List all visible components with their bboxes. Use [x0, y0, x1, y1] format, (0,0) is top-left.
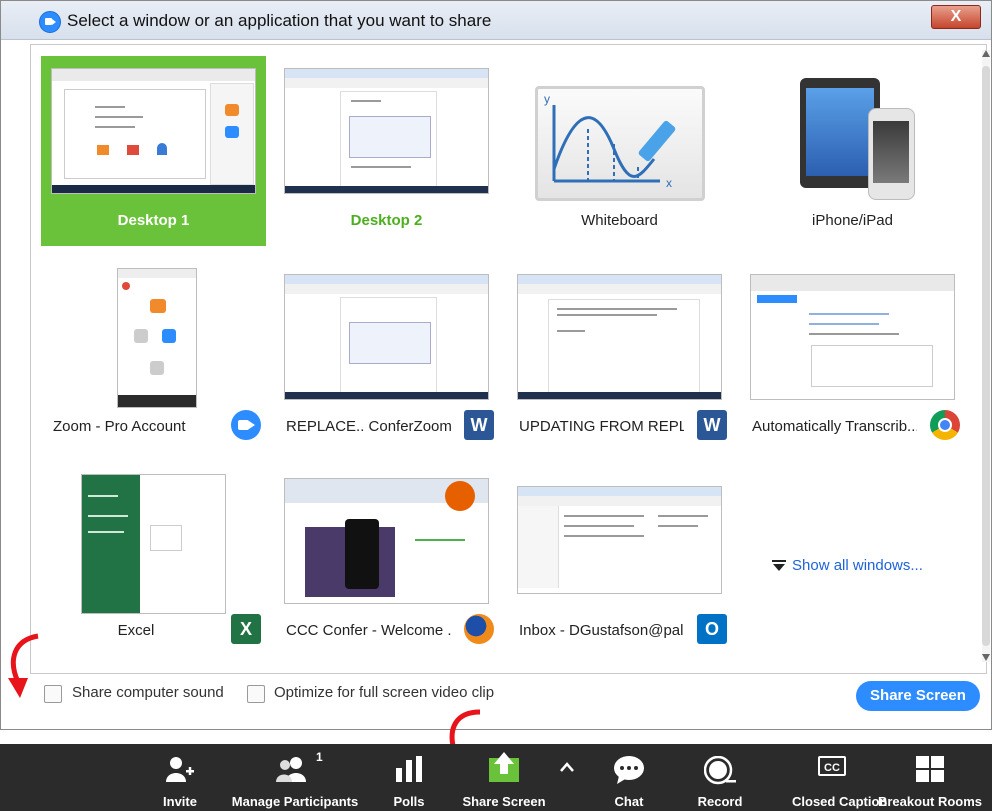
share-screen-toolbar-button[interactable]: Share Screen — [456, 744, 552, 811]
browser-thumbnail — [284, 478, 489, 604]
manage-participants-button[interactable]: 1 Manage Participants — [226, 744, 364, 811]
title-bar: Select a window or an application that y… — [1, 1, 991, 40]
chat-label: Chat — [614, 794, 644, 809]
invite-button[interactable]: Invite — [150, 744, 210, 811]
zoom-app-thumbnail — [117, 268, 197, 408]
tile-iphone-ipad[interactable]: iPhone/iPad — [740, 56, 965, 246]
show-all-windows-link[interactable]: Show all windows... — [792, 557, 923, 574]
tile-automatically-transcrib[interactable]: Automatically Transcrib... — [740, 262, 965, 452]
zoom-icon — [39, 11, 61, 33]
breakout-rooms-label: Breakout Rooms — [877, 794, 983, 809]
scrollbar[interactable] — [982, 50, 990, 662]
window-title: Select a window or an application that y… — [67, 11, 492, 30]
chevron-up-icon — [560, 762, 574, 772]
tile-label: Excel — [117, 622, 155, 639]
polls-button[interactable]: Polls — [384, 744, 434, 811]
share-screen-icon — [489, 752, 519, 782]
word-icon: W — [697, 410, 727, 440]
manage-participants-label: Manage Participants — [231, 794, 359, 809]
tile-excel[interactable]: Excel X — [41, 466, 266, 656]
record-icon — [704, 756, 736, 785]
tile-label: REPLACE.. ConferZoom ... — [286, 418, 451, 435]
excel-thumbnail — [81, 474, 226, 614]
desktop-2-thumbnail — [284, 68, 489, 194]
tile-zoom-pro-account[interactable]: Zoom - Pro Account — [41, 262, 266, 452]
scroll-down-arrow-icon[interactable] — [982, 654, 990, 661]
polls-label: Polls — [393, 794, 425, 809]
scroll-up-arrow-icon[interactable] — [982, 50, 990, 57]
share-options-chevron[interactable] — [556, 744, 578, 811]
word-doc-thumbnail — [284, 274, 489, 400]
tile-whiteboard[interactable]: y x Whiteboard — [507, 56, 732, 246]
tile-label: Inbox - DGustafson@pal... — [519, 622, 684, 639]
share-screen-label: Share Screen — [462, 794, 546, 809]
excel-icon: X — [231, 614, 261, 644]
closed-caption-label: Closed Caption — [792, 794, 888, 809]
whiteboard-icon: y x — [535, 86, 705, 201]
outlook-thumbnail — [517, 486, 722, 594]
participants-icon — [276, 757, 306, 782]
desktop-1-thumbnail — [51, 68, 256, 194]
optimize-video-label: Optimize for full screen video clip — [274, 684, 495, 701]
scroll-thumb[interactable] — [982, 66, 990, 646]
meeting-toolbar: Invite 1 Manage Participants Polls Share… — [0, 744, 992, 811]
word-icon: W — [464, 410, 494, 440]
browser-thumbnail — [750, 274, 955, 400]
tile-label: iPhone/iPad — [812, 212, 893, 229]
tile-label: Automatically Transcrib... — [752, 418, 917, 435]
red-arrow-icon — [8, 633, 39, 698]
ipad-iphone-icon — [800, 78, 915, 200]
polls-icon — [396, 756, 422, 782]
share-computer-sound-label: Share computer sound — [72, 684, 224, 701]
participant-count-badge: 1 — [316, 750, 323, 764]
breakout-rooms-icon — [916, 756, 944, 782]
svg-text:y: y — [544, 92, 550, 106]
svg-text:x: x — [666, 176, 672, 190]
close-button[interactable]: X — [931, 5, 981, 29]
tile-replace-conferzoom[interactable]: REPLACE.. ConferZoom ... W — [274, 262, 499, 452]
chevron-down-icon — [772, 560, 786, 571]
optimize-video-checkbox[interactable] — [247, 685, 265, 703]
tile-desktop-1[interactable]: Desktop 1 — [41, 56, 266, 246]
closed-caption-button[interactable]: CC Closed Caption — [792, 744, 888, 811]
tile-desktop-2[interactable]: Desktop 2 — [274, 56, 499, 246]
outlook-icon: O — [697, 614, 727, 644]
tile-ccc-confer-welcome[interactable]: CCC Confer - Welcome ... — [274, 466, 499, 656]
tile-updating-from-repla[interactable]: UPDATING FROM REPLA... W — [507, 262, 732, 452]
breakout-rooms-button[interactable]: Breakout Rooms — [874, 744, 986, 811]
word-doc-thumbnail — [517, 274, 722, 400]
add-user-icon — [166, 757, 194, 782]
tile-label: Desktop 2 — [350, 212, 423, 229]
chrome-icon — [930, 410, 960, 440]
record-label: Record — [697, 794, 743, 809]
chat-button[interactable]: Chat — [604, 744, 654, 811]
tile-label: CCC Confer - Welcome ... — [286, 622, 451, 639]
closed-caption-icon: CC — [818, 756, 846, 776]
tile-label: Desktop 1 — [117, 212, 190, 229]
invite-label: Invite — [163, 794, 197, 809]
firefox-icon — [464, 614, 494, 644]
tile-inbox-dgustafson[interactable]: Inbox - DGustafson@pal... O — [507, 466, 732, 656]
zoom-icon — [231, 410, 261, 440]
tile-label: Whiteboard — [581, 212, 658, 229]
tile-label: UPDATING FROM REPLA... — [519, 418, 684, 435]
record-button[interactable]: Record — [692, 744, 748, 811]
chat-icon — [614, 756, 644, 784]
share-screen-button[interactable]: Share Screen — [856, 681, 980, 711]
tile-label: Zoom - Pro Account — [53, 418, 186, 435]
